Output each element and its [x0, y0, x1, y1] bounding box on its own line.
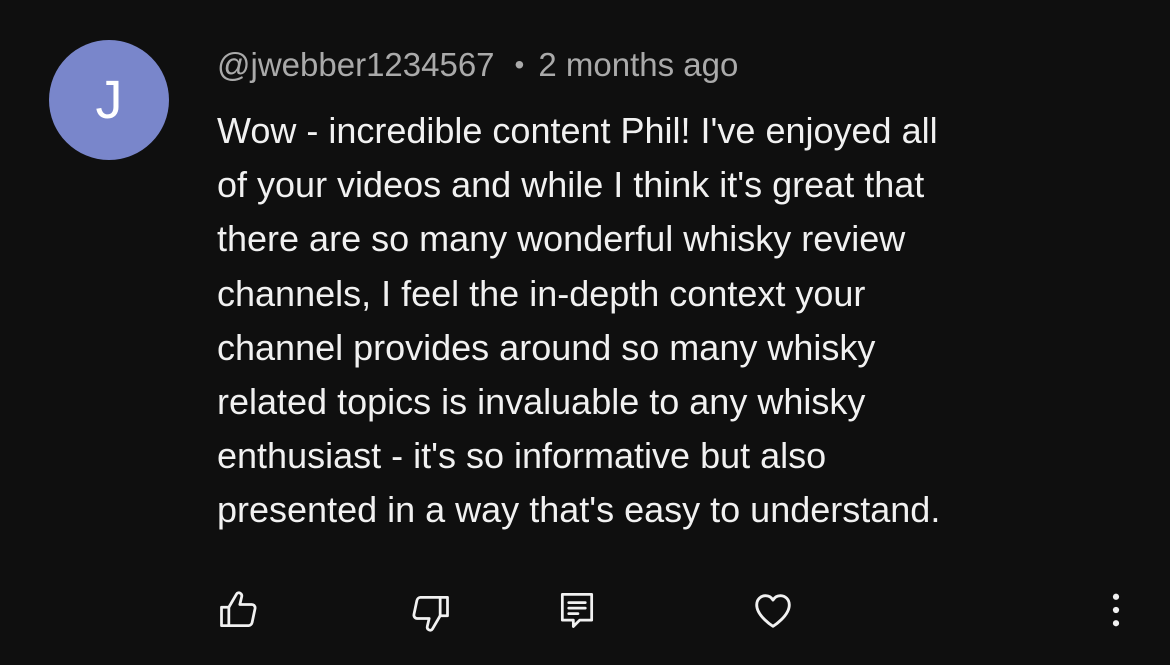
comment-text-line: there are so many wonderful whisky revie…: [217, 218, 906, 260]
reply-button[interactable]: [553, 586, 601, 634]
dislike-button[interactable]: [407, 589, 455, 637]
author-handle[interactable]: @jwebber1234567: [217, 46, 495, 84]
comment-item: J @jwebber1234567 • 2 months ago Wow - i…: [0, 0, 1170, 665]
like-button[interactable]: [214, 586, 262, 634]
timestamp[interactable]: 2 months ago: [538, 46, 738, 84]
reply-icon: [560, 593, 594, 628]
comment-text-line: enthusiast - it's so informative but als…: [217, 435, 827, 477]
comment-header: @jwebber1234567 • 2 months ago: [217, 46, 738, 84]
more-options-button[interactable]: [1092, 586, 1140, 634]
separator-dot: •: [514, 49, 525, 80]
thumbs-down-icon: [412, 596, 449, 632]
comment-text-line: presented in a way that's easy to unders…: [217, 489, 941, 531]
heart-icon: [755, 594, 791, 628]
comment-text-line: related topics is invaluable to any whis…: [217, 381, 866, 423]
comment-text-line: of your videos and while I think it's gr…: [217, 164, 925, 206]
comment-text-line: Wow - incredible content Phil! I've enjo…: [217, 110, 938, 151]
comment-text-line: channels, I feel the in-depth context yo…: [217, 272, 866, 314]
comment-text: Wow - incredible content Phil! I've enjo…: [217, 104, 1137, 538]
avatar[interactable]: J: [49, 40, 169, 160]
comment-text-line: channel provides around so many whisky: [217, 326, 876, 368]
avatar-letter: J: [95, 70, 123, 130]
more-vertical-icon: [1112, 593, 1120, 627]
heart-button[interactable]: [749, 586, 797, 634]
thumbs-up-icon: [220, 591, 257, 627]
